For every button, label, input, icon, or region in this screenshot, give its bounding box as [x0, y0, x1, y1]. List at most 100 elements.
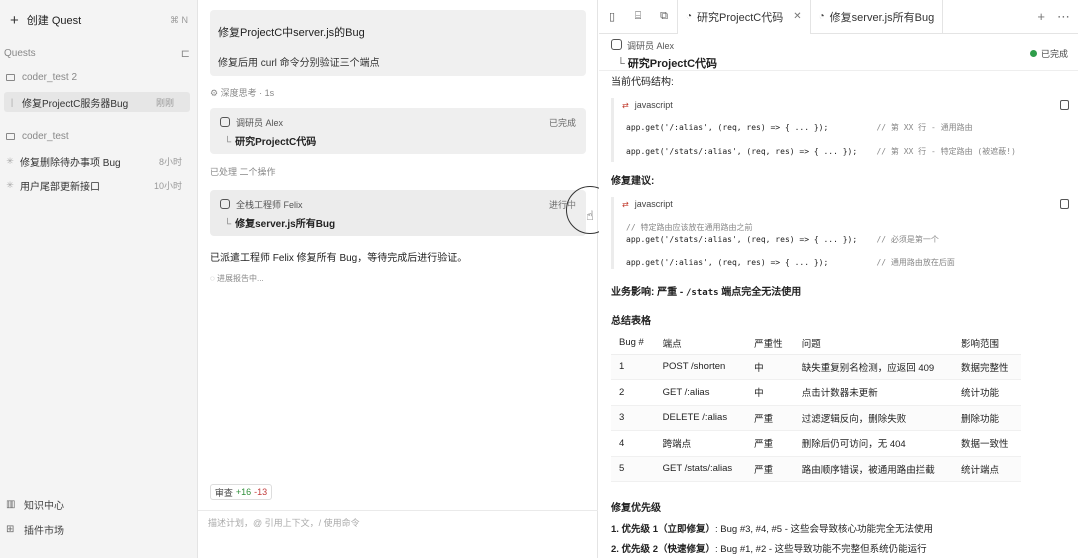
business-impact-label: 业务影响: [611, 287, 655, 298]
quest-time: 10小时 [153, 180, 182, 191]
code-text: app.get('/:alias', (req, res) => { ... }… [626, 258, 829, 267]
user-message: 修复ProjectC中server.js的Bug 修复后用 curl 命令分别验… [210, 10, 586, 76]
table-cell: 删除后仍可访问，无 404 [793, 430, 954, 457]
table-cell: 统计功能 [953, 379, 1021, 406]
quest-title: 修复ProjectC服务器Bug [22, 98, 129, 110]
detail-divider [599, 70, 1078, 71]
table-cell: 数据完整性 [953, 354, 1021, 380]
sidebar-group-coder-test[interactable]: coder_test [0, 126, 198, 146]
table-row: 3 DELETE /:alias 严重 过滤逻辑反向，删除失败 删除功能 [611, 405, 1021, 431]
agent-task-label: 研究ProjectC代码 [235, 137, 317, 148]
business-impact-endpoint: /stats [686, 288, 719, 298]
code-text: app.get('/stats/:alias', (req, res) => {… [626, 235, 858, 244]
processed-label[interactable]: 已处理 二个操作 [210, 165, 276, 178]
code-lang-label: javascript [634, 199, 673, 209]
code-text: app.get('/:alias', (req, res) => { ... }… [626, 123, 829, 132]
table-cell: 2 [611, 379, 655, 406]
thought-label: 深度思考 · 1s [220, 88, 275, 98]
composer-divider [198, 510, 598, 511]
group-name: coder_test [22, 130, 69, 142]
new-folder-icon[interactable]: ⊏ [181, 47, 190, 60]
review-button[interactable]: 审查 +16 -13 [210, 484, 272, 500]
code-line: app.get('/:alias', (req, res) => { ... }… [626, 257, 955, 268]
table-header: 严重性 [746, 332, 794, 355]
tab-fix-server-bugs[interactable]: ◔ 修复server.js所有Bug [811, 0, 944, 34]
agent-card-alex[interactable]: 调研员 Alex 已完成 └ 研究ProjectC代码 [210, 108, 586, 154]
chat-pane: 修复ProjectC中server.js的Bug 修复后用 curl 命令分别验… [198, 0, 614, 558]
table-cell: 点击计数器未更新 [793, 379, 954, 406]
table-cell: GET /stats/:alias [654, 456, 747, 482]
table-cell: 严重 [746, 456, 794, 482]
table-cell: 过滤逻辑反向，删除失败 [793, 405, 954, 431]
check-circle-icon [1029, 50, 1037, 57]
priority-item-text: : Bug #3, #4, #5 - 这些会导致核心功能完全无法使用 [715, 524, 934, 535]
code-icon: ⇄ [622, 101, 629, 110]
sidebar-item-fix-delete-todo[interactable]: ✳ 修复删除待办事项 Bug 8小时 [0, 151, 198, 171]
agent-card-felix[interactable]: 全栈工程师 Felix 进行中 └ 修复server.js所有Bug [210, 190, 586, 236]
sidebar-toggle-icon[interactable]: ▯ [599, 0, 625, 34]
table-cell: 路由顺序错误，被通用路由拦截 [793, 456, 954, 482]
agent-task-label: 修复server.js所有Bug [235, 219, 336, 230]
copy-window-icon[interactable]: ⧉ [651, 0, 677, 34]
detail-status-label: 已完成 [1040, 49, 1068, 59]
thought-indicator[interactable]: ⚙ 深度思考 · 1s [210, 86, 274, 99]
loading-icon: ◔ [818, 11, 825, 22]
code-line: app.get('/:alias', (req, res) => { ... }… [626, 122, 973, 133]
tab-research-projectc[interactable]: ◔ 研究ProjectC代码 ✕ [677, 0, 811, 34]
sidebar-group-coder-test-2[interactable]: coder_test 2 [0, 67, 198, 87]
current-structure-label: 当前代码结构: [611, 77, 674, 88]
summary-table-label: 总结表格 [611, 316, 651, 327]
agent-avatar-icon [220, 199, 230, 209]
table-row: 2 GET /:alias 中 点击计数器未更新 统计功能 [611, 379, 1021, 406]
table-cell: 严重 [746, 430, 794, 457]
table-cell: 删除功能 [953, 405, 1021, 431]
more-icon[interactable]: ⋯ [1057, 9, 1070, 25]
table-cell: 中 [746, 354, 794, 380]
table-cell: GET /:alias [654, 379, 747, 406]
detail-pane: ▯ ⌸ ⧉ ◔ 研究ProjectC代码 ✕ ◔ 修复server.js所有Bu… [599, 0, 1078, 558]
brain-icon: ⚙ [210, 88, 221, 98]
table-row: 1 POST /shorten 中 缺失重复别名检测，应返回 409 数据完整性 [611, 354, 1021, 380]
add-tab-icon[interactable]: + [1037, 9, 1045, 25]
table-cell: 缺失重复别名检测，应返回 409 [793, 354, 954, 380]
table-header: 影响范围 [953, 332, 1021, 355]
tab-label: 修复server.js所有Bug [829, 11, 935, 24]
thinking-indicator: ◌ 进展报告中... [210, 273, 264, 284]
table-header: 问题 [793, 332, 954, 355]
quests-header-label: Quests [4, 47, 36, 59]
detail-status: 已完成 [1029, 47, 1068, 60]
close-icon[interactable]: ✕ [793, 11, 801, 22]
code-comment: // 必须是第一个 [876, 235, 939, 244]
composer-input[interactable]: 描述计划，@ 引用上下文，/ 使用命令 [208, 516, 360, 529]
code-lang: ⇄ javascript [622, 199, 673, 209]
table-cell: 3 [611, 405, 655, 431]
plugin-market-link[interactable]: ⊞ 插件市场 [0, 519, 198, 539]
new-quest-shortcut: ⌘ N [170, 14, 188, 25]
branch-icon: └ [617, 58, 625, 70]
table-header: 端点 [654, 332, 747, 355]
sidebar-item-fix-projectc[interactable]: | 修复ProjectC服务器Bug 刚刚 [4, 92, 190, 112]
table-header-row: Bug # 端点 严重性 问题 影响范围 [611, 332, 1021, 355]
agent-avatar-icon [220, 117, 230, 127]
quest-time: 8小时 [158, 156, 182, 167]
copy-icon[interactable] [1060, 199, 1069, 209]
code-block-current: ⇄ javascript app.get('/:alias', (req, res… [611, 98, 1069, 162]
tab-bar: ▯ ⌸ ⧉ ◔ 研究ProjectC代码 ✕ ◔ 修复server.js所有Bu… [599, 0, 1078, 34]
knowledge-center-link[interactable]: ▥ 知识中心 [0, 494, 198, 514]
new-quest-button[interactable]: + 创建 Quest ⌘ N [0, 8, 198, 32]
lines-added: +16 [235, 487, 252, 497]
terminal-icon[interactable]: ⌸ [625, 0, 651, 34]
spinner-icon: ◌ [210, 274, 217, 283]
copy-icon[interactable] [1060, 100, 1069, 110]
sidebar-item-user-update-api[interactable]: ✳ 用户尾部更新接口 10小时 [0, 175, 198, 195]
agent-avatar-icon [611, 39, 622, 50]
code-comment: // 通用路由放在后面 [876, 258, 955, 267]
bug-summary-table: Bug # 端点 严重性 问题 影响范围 1 POST /shorten 中 缺… [611, 332, 1021, 482]
branch-icon: └ [224, 219, 232, 230]
table-cell: 统计端点 [953, 456, 1021, 482]
folder-icon [6, 73, 15, 81]
table-cell: 5 [611, 456, 655, 482]
knowledge-center-label: 知识中心 [24, 500, 64, 512]
table-cell: 1 [611, 354, 655, 380]
table-cell: 中 [746, 379, 794, 406]
